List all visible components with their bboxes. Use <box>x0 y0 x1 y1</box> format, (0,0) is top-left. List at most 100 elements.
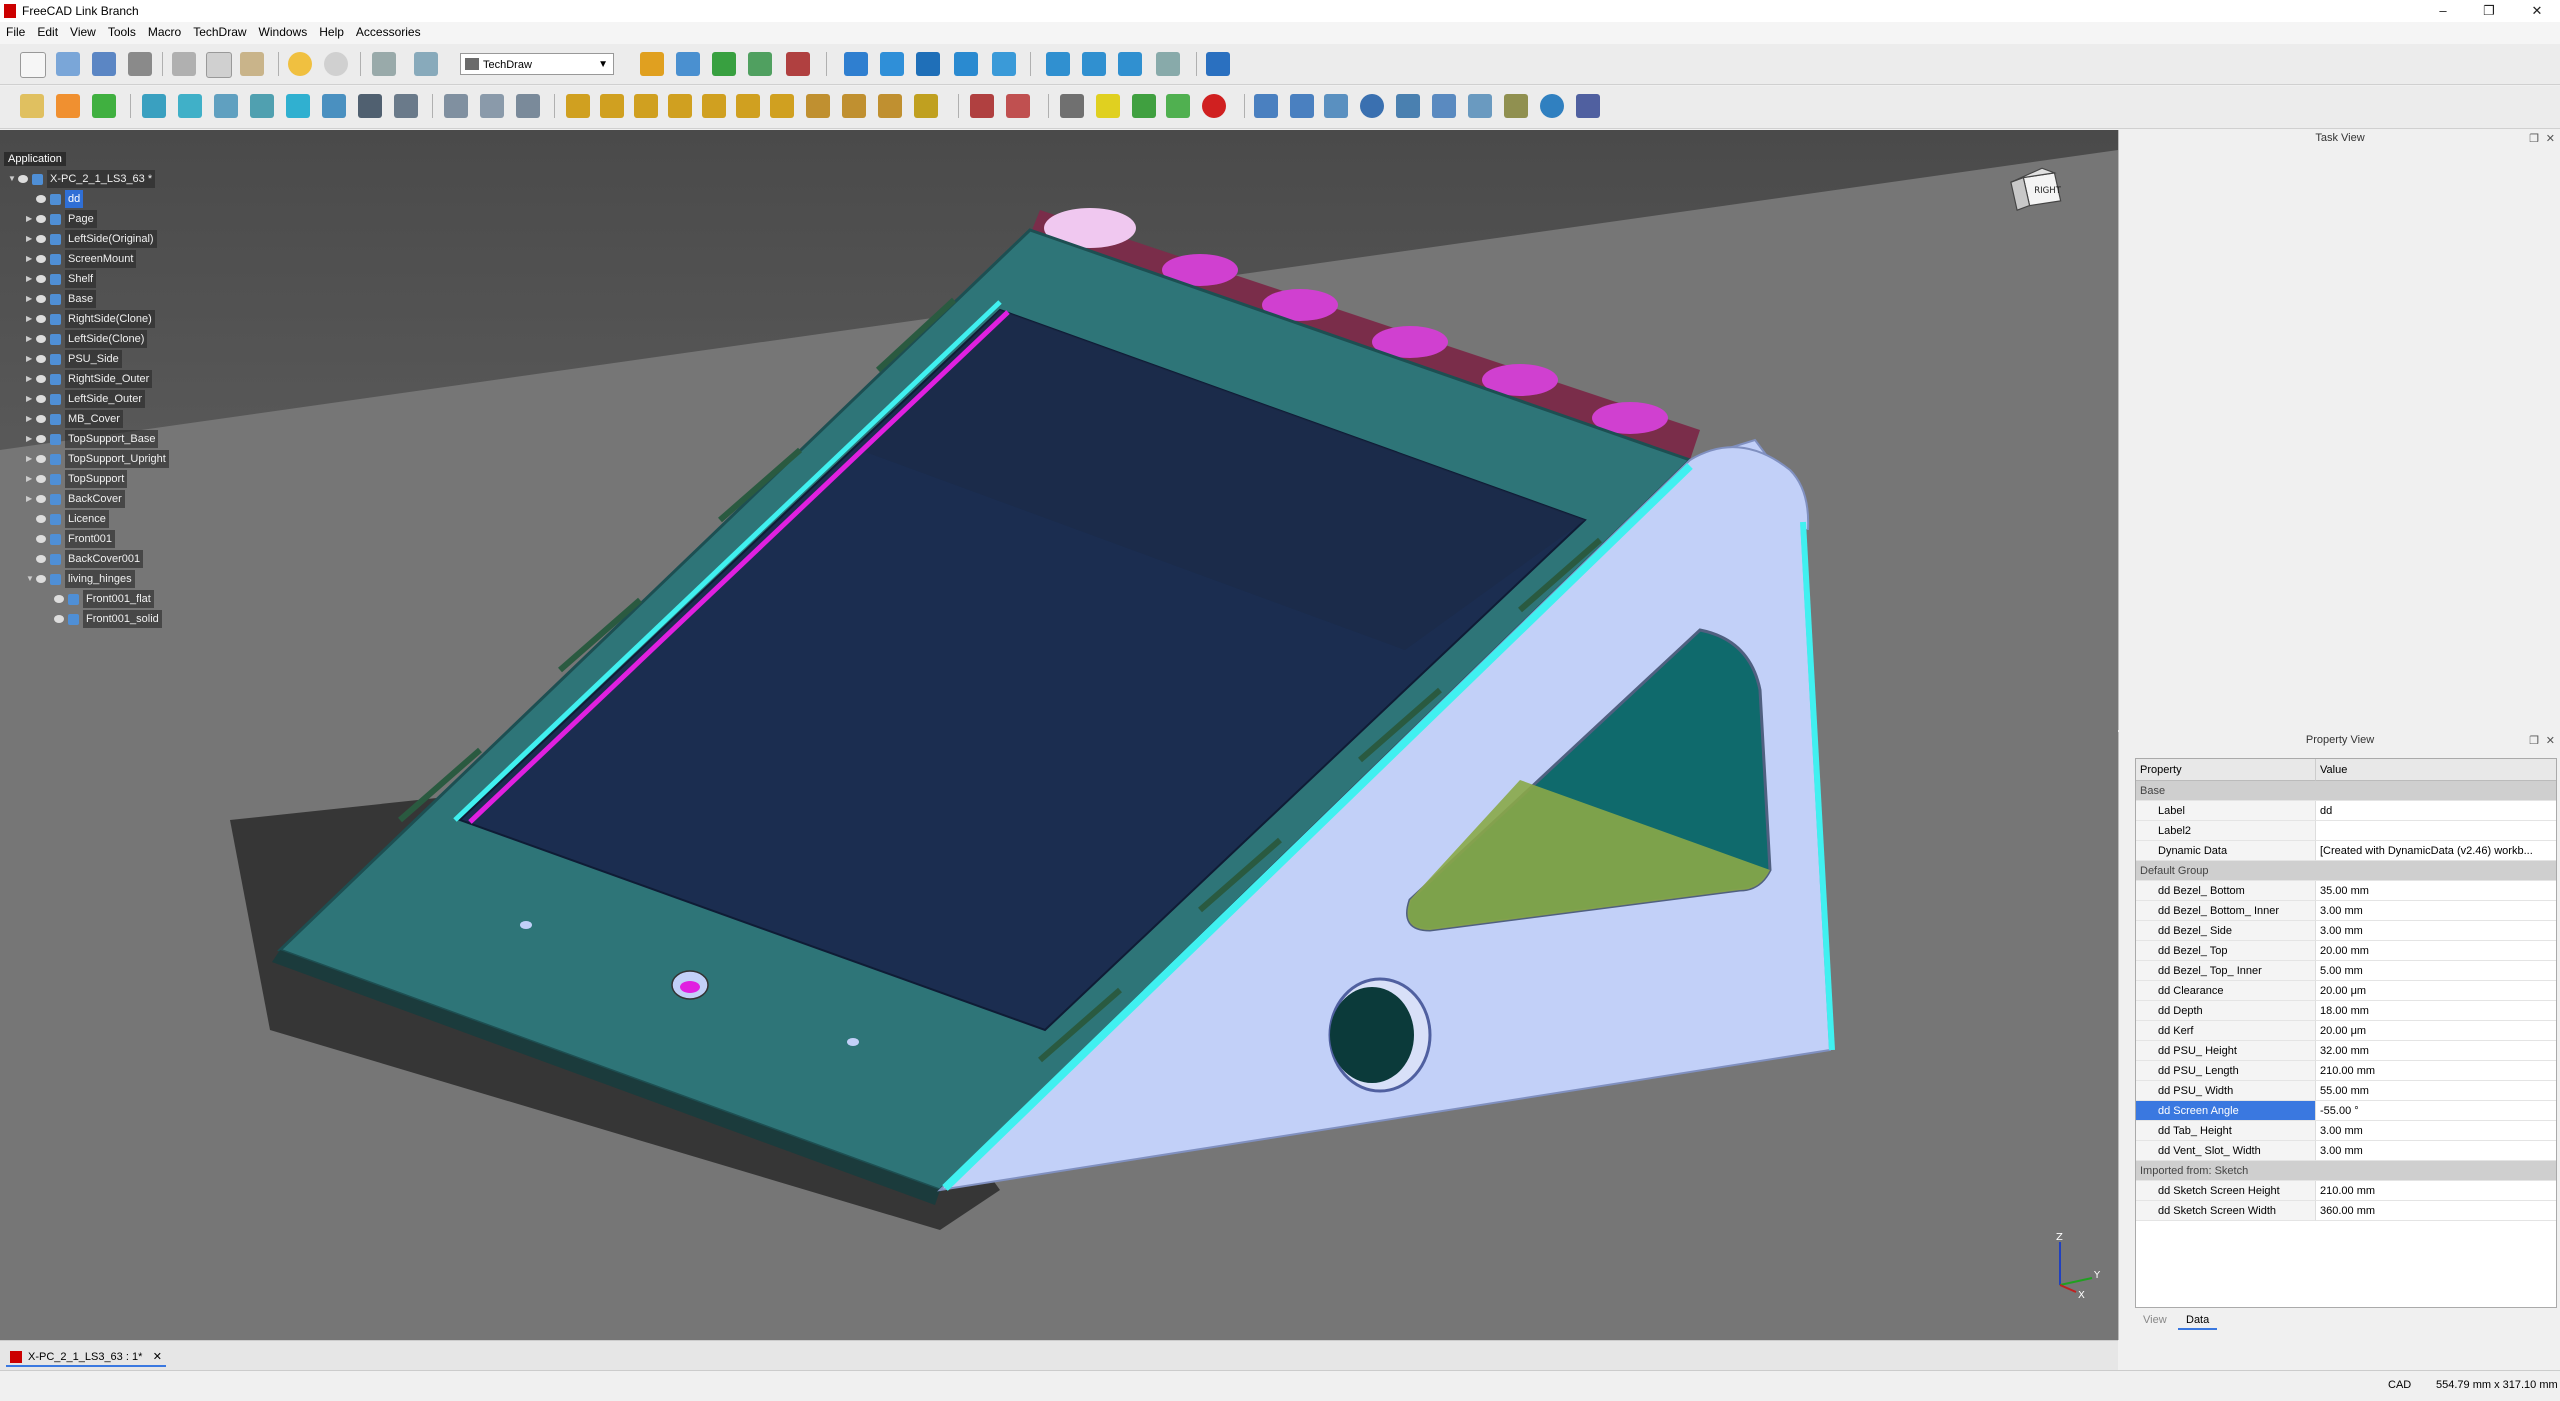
radius-dimension-icon[interactable] <box>668 94 692 118</box>
line-decoration-icon[interactable] <box>1504 94 1528 118</box>
property-value[interactable]: [Created with DynamicData (v2.46) workb.… <box>2316 841 2556 861</box>
3pt-angle-dimension-icon[interactable] <box>770 94 794 118</box>
tree-item[interactable]: Front001_solid <box>44 610 162 628</box>
angle-dimension-icon[interactable] <box>736 94 760 118</box>
property-row[interactable]: dd Clearance 20.00 μm <box>2136 981 2556 1001</box>
menu-accessories[interactable]: Accessories <box>350 22 427 42</box>
new-page-template-icon[interactable] <box>56 94 80 118</box>
tree-item[interactable]: ▶ LeftSide(Clone) <box>26 330 148 348</box>
maximize-button[interactable]: ❐ <box>2466 0 2512 22</box>
workbench-selector[interactable]: TechDraw ▼ <box>460 53 614 75</box>
whats-this-icon[interactable] <box>414 52 438 76</box>
image-view-icon[interactable] <box>1166 94 1190 118</box>
balloon-icon[interactable] <box>878 94 902 118</box>
macro-record-icon[interactable] <box>640 52 664 76</box>
property-value[interactable]: dd <box>2316 801 2556 821</box>
section-view-icon[interactable] <box>250 94 274 118</box>
menu-file[interactable]: File <box>0 22 31 42</box>
property-row[interactable]: dd Depth 18.00 mm <box>2136 1001 2556 1021</box>
close-tab-icon[interactable]: ✕ <box>153 1347 162 1367</box>
expand-arrow-icon[interactable]: ▶ <box>26 330 36 348</box>
cut-icon[interactable] <box>172 52 196 76</box>
hatch-icon[interactable] <box>1060 94 1084 118</box>
print-icon[interactable] <box>128 52 152 76</box>
nav-forward-icon[interactable] <box>1082 52 1106 76</box>
draw-style-icon[interactable] <box>916 52 940 76</box>
menu-windows[interactable]: Windows <box>253 22 314 42</box>
redo-icon[interactable] <box>324 52 348 76</box>
tree-item[interactable]: ▼ X-PC_2_1_LS3_63 * <box>8 170 156 188</box>
property-value[interactable]: 18.00 mm <box>2316 1001 2556 1021</box>
expand-arrow-icon[interactable]: ▶ <box>26 310 36 328</box>
tree-item[interactable]: ▶ Shelf <box>26 270 97 288</box>
visibility-eye-icon[interactable] <box>36 535 46 544</box>
property-row[interactable]: Dynamic Data [Created with DynamicData (v… <box>2136 841 2556 861</box>
macro-edit-icon[interactable] <box>712 52 736 76</box>
property-value[interactable]: 3.00 mm <box>2316 901 2556 921</box>
diameter-dimension-icon[interactable] <box>702 94 726 118</box>
property-value[interactable]: 5.00 mm <box>2316 961 2556 981</box>
new-file-icon[interactable] <box>20 52 46 78</box>
expand-arrow-icon[interactable]: ▶ <box>26 390 36 408</box>
vertex-icon[interactable] <box>1254 94 1278 118</box>
image-icon[interactable] <box>1132 94 1156 118</box>
tree-item[interactable]: Licence <box>26 510 109 528</box>
document-tab[interactable]: X-PC_2_1_LS3_63 : 1* ✕ <box>6 1347 166 1367</box>
tree-item[interactable]: ▶ TopSupport <box>26 470 128 488</box>
measure-icon[interactable] <box>1206 52 1230 76</box>
undo-icon[interactable] <box>288 52 312 76</box>
midpoints-icon[interactable] <box>1290 94 1314 118</box>
visibility-eye-icon[interactable] <box>36 355 46 364</box>
tab-view[interactable]: View <box>2135 1312 2175 1328</box>
property-row[interactable]: dd PSU_ Height 32.00 mm <box>2136 1041 2556 1061</box>
close-panel-icon[interactable]: ✕ <box>2546 132 2555 145</box>
property-group[interactable]: Imported from: Sketch <box>2136 1161 2556 1181</box>
length-dimension-icon[interactable] <box>566 94 590 118</box>
expand-arrow-icon[interactable]: ▶ <box>26 430 36 448</box>
visibility-eye-icon[interactable] <box>36 395 46 404</box>
menu-help[interactable]: Help <box>313 22 350 42</box>
symbol-icon[interactable] <box>358 94 382 118</box>
save-icon[interactable] <box>92 52 116 76</box>
visibility-eye-icon[interactable] <box>36 335 46 344</box>
copy-icon[interactable] <box>206 52 232 78</box>
menu-techdraw[interactable]: TechDraw <box>187 22 252 42</box>
tree-item[interactable]: ▶ TopSupport_Base <box>26 430 159 448</box>
macro-run-icon[interactable] <box>748 52 772 76</box>
paste-icon[interactable] <box>240 52 264 76</box>
weld-symbol-icon[interactable] <box>1576 94 1600 118</box>
property-row[interactable]: dd Vent_ Slot_ Width 3.00 mm <box>2136 1141 2556 1161</box>
property-row[interactable]: dd Sketch Screen Height 210.00 mm <box>2136 1181 2556 1201</box>
tree-item[interactable]: ▶ ScreenMount <box>26 250 137 268</box>
spreadsheet-view-icon[interactable] <box>394 94 418 118</box>
property-table[interactable]: Property Value Base Label dd Label2 Dynamic … <box>2135 758 2557 1308</box>
visibility-eye-icon[interactable] <box>54 595 64 604</box>
tree-item[interactable]: Front001 <box>26 530 116 548</box>
export-svg-icon[interactable] <box>970 94 994 118</box>
property-row[interactable]: dd Bezel_ Top_ Inner 5.00 mm <box>2136 961 2556 981</box>
tree-item[interactable]: ▶ RightSide(Clone) <box>26 310 155 328</box>
detail-view-icon[interactable] <box>286 94 310 118</box>
visibility-eye-icon[interactable] <box>36 435 46 444</box>
fit-selection-icon[interactable] <box>880 52 904 76</box>
property-value[interactable]: 35.00 mm <box>2316 881 2556 901</box>
visibility-eye-icon[interactable] <box>36 235 46 244</box>
new-page-icon[interactable] <box>20 94 44 118</box>
expand-arrow-icon[interactable]: ▼ <box>8 170 18 188</box>
property-row[interactable]: Label2 <box>2136 821 2556 841</box>
tree-item[interactable]: ▶ Base <box>26 290 97 308</box>
expand-arrow-icon[interactable]: ▶ <box>26 370 36 388</box>
tree-item[interactable]: BackCover001 <box>26 550 144 568</box>
tree-item[interactable]: ▶ BackCover <box>26 490 125 508</box>
export-dxf-icon[interactable] <box>1006 94 1030 118</box>
property-row[interactable]: dd Tab_ Height 3.00 mm <box>2136 1121 2556 1141</box>
std-axis-icon[interactable] <box>786 52 810 76</box>
visibility-eye-icon[interactable] <box>36 255 46 264</box>
center-mark-icon[interactable] <box>1360 94 1384 118</box>
expand-arrow-icon[interactable]: ▶ <box>26 470 36 488</box>
cosmetic-eraser-icon[interactable] <box>1468 94 1492 118</box>
property-value[interactable]: 20.00 mm <box>2316 941 2556 961</box>
property-group[interactable]: Default Group <box>2136 861 2556 881</box>
nav-up-icon[interactable] <box>1118 52 1142 76</box>
minimize-button[interactable]: – <box>2420 0 2466 22</box>
